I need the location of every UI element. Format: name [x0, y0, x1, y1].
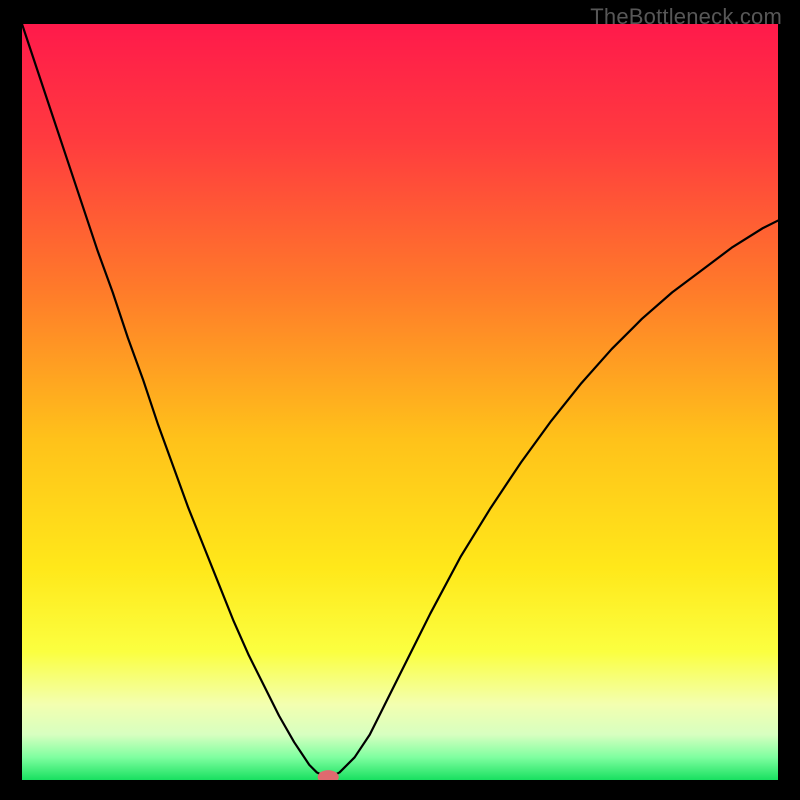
bottleneck-plot [22, 24, 778, 780]
chart-frame: TheBottleneck.com [0, 0, 800, 800]
chart-svg [22, 24, 778, 780]
